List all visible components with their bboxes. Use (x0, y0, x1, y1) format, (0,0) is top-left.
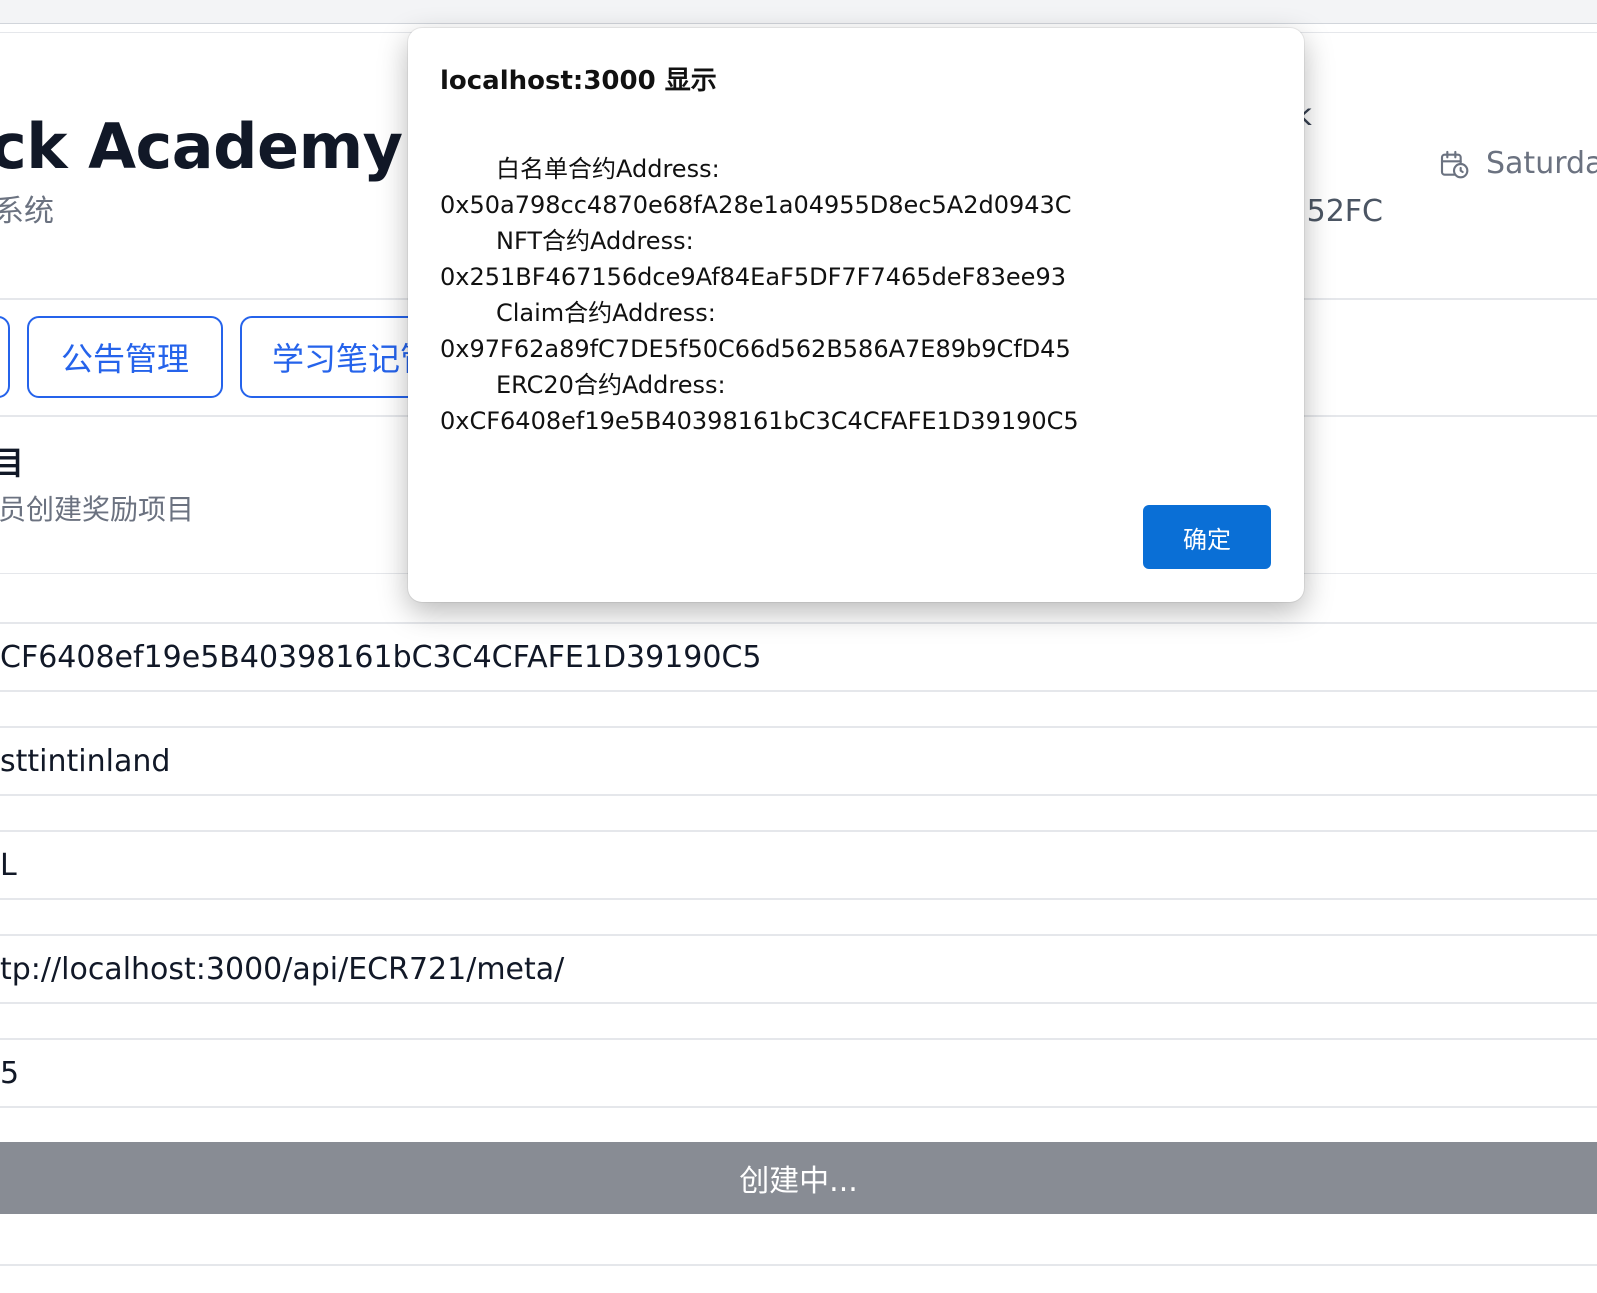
calendar-icon (1440, 150, 1469, 178)
create-button-label: 创建中... (739, 1164, 858, 1199)
ok-button[interactable]: 确定 (1143, 505, 1271, 569)
amount-input[interactable]: 5 (0, 1038, 1597, 1108)
section-description: 学员创建奖励项目 (0, 493, 195, 526)
divider (0, 1264, 1597, 1266)
nav-button-previous[interactable] (0, 316, 10, 398)
dialog-message: 白名单合约Address: 0x50a798cc4870e68fA28e1a04… (440, 151, 1280, 439)
symbol-input[interactable]: L (0, 830, 1597, 900)
claim-contract-address: 0x97F62a89fC7DE5f50C66d562B586A7E89b9CfD… (440, 335, 1071, 363)
alert-dialog: localhost:3000 显示 白名单合约Address: 0x50a798… (408, 28, 1304, 602)
erc20-contract-address: 0xCF6408ef19e5B40398161bC3C4CFAFE1D39190… (440, 407, 1079, 435)
date-text: Saturday (1486, 146, 1597, 181)
input-value: L (0, 847, 17, 883)
page-subtitle: 系统 (0, 194, 54, 229)
claim-contract-label: Claim合约Address: (496, 299, 716, 327)
browser-top-bar (0, 0, 1597, 24)
nft-contract-label: NFT合约Address: (496, 227, 694, 255)
nav-button-announcements[interactable]: 公告管理 (27, 316, 223, 398)
nft-contract-address: 0x251BF467156dce9Af84EaF5DF7F7465deF83ee… (440, 263, 1066, 291)
date-display: Saturday (1438, 146, 1597, 181)
erc20-contract-label: ERC20合约Address: (496, 371, 726, 399)
input-value: sttintinland (0, 743, 171, 779)
input-value: 5 (0, 1055, 20, 1091)
metadata-url-input[interactable]: tp://localhost:3000/api/ECR721/meta/ (0, 934, 1597, 1004)
input-value: tp://localhost:3000/api/ECR721/meta/ (0, 951, 565, 987)
create-button[interactable]: 创建中... (0, 1142, 1597, 1214)
section-title: 目 (0, 444, 25, 482)
whitelist-contract-label: 白名单合约Address: (496, 155, 720, 183)
dialog-title: localhost:3000 显示 (440, 66, 717, 96)
input-value: CF6408ef19e5B40398161bC3C4CFAFE1D39190C5 (0, 639, 762, 675)
token-address-input[interactable]: CF6408ef19e5B40398161bC3C4CFAFE1D39190C5 (0, 622, 1597, 692)
whitelist-contract-address: 0x50a798cc4870e68fA28e1a04955D8ec5A2d094… (440, 191, 1072, 219)
nav-button-label: 公告管理 (60, 340, 189, 378)
name-input[interactable]: sttintinland (0, 726, 1597, 796)
